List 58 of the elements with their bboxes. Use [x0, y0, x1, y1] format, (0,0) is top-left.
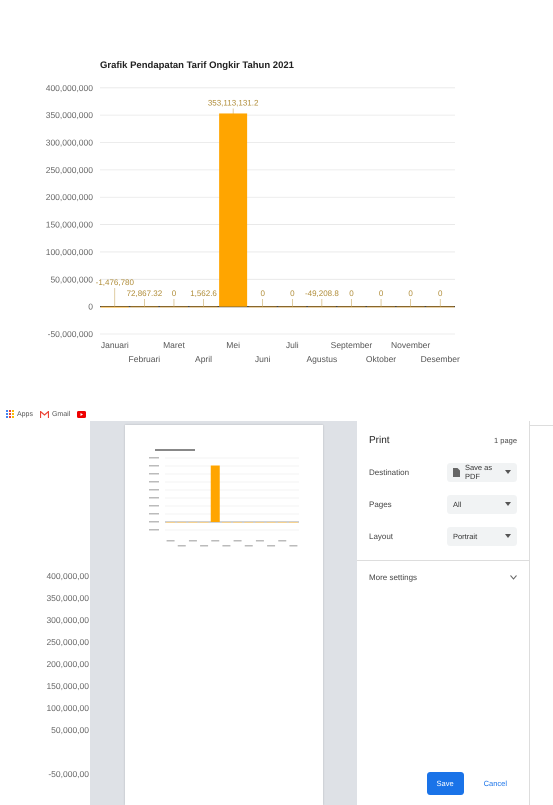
caret-icon — [505, 502, 511, 506]
value-label: 0 — [349, 289, 354, 298]
print-title: Print — [369, 435, 390, 446]
y-tick-label: -50,000,000 — [48, 329, 93, 339]
x-axis-label: Desember — [420, 354, 460, 364]
x-axis-label: Januari — [100, 340, 129, 350]
chevron-icon — [510, 575, 517, 580]
value-label: 0 — [260, 289, 265, 298]
value-label: 353,113,131.2 — [208, 98, 258, 108]
x-axis-label: April — [195, 354, 212, 364]
y-tick-label: 200,000,000 — [46, 192, 93, 202]
y-tick-label: 150,000,000 — [46, 220, 93, 230]
y-tick-label: 50,000,000 — [50, 274, 93, 284]
value-label: 0 — [438, 289, 442, 298]
setting-label: Layout — [369, 532, 394, 540]
x-axis-label: Mei — [226, 340, 240, 350]
x-axis-label: Juli — [286, 340, 299, 350]
x-axis-label: Agustus — [306, 354, 338, 364]
value-label: -1,476,780 — [96, 278, 134, 287]
x-axis-label: Oktober — [366, 354, 396, 364]
y-tick-label: 250,000,000 — [46, 164, 93, 175]
caret-icon — [505, 470, 511, 474]
y-tick-label: 400,000,000 — [46, 82, 93, 93]
setting-label: Pages — [369, 500, 393, 508]
y-tick-label: 300,000,00 — [46, 614, 89, 627]
y-tick-label: 100,000,00 — [46, 702, 89, 715]
bookmark-link[interactable] — [77, 410, 86, 418]
file-icon — [453, 468, 460, 476]
apps-grid-icon — [6, 410, 14, 418]
value-label: 0 — [290, 289, 295, 298]
value-label: 0 — [172, 289, 176, 298]
chart-title: Grafik Pendapatan Tarif Ongkir Tahun 2021 — [100, 60, 294, 71]
y-tick-label: -50,000,00 — [48, 768, 89, 781]
value-label: 0 — [408, 289, 413, 298]
y-tick-label: 200,000,00 — [46, 658, 89, 671]
caret-icon — [505, 534, 511, 538]
setting-label: Destination — [369, 468, 410, 476]
x-axis-label: November — [391, 340, 430, 350]
y-tick-label: 300,000,000 — [46, 138, 93, 148]
value-label: 1,562.6 — [190, 289, 217, 298]
y-tick-label: 350,000,00 — [46, 592, 89, 605]
value-label: 72,867.32 — [126, 289, 162, 298]
more-settings-toggle[interactable]: More settings — [357, 561, 529, 594]
play-icon — [77, 410, 86, 418]
y-tick-label: 150,000,00 — [46, 680, 89, 693]
x-axis-label: September — [330, 340, 372, 350]
x-axis-label: Februari — [128, 354, 160, 364]
y-tick-label: 250,000,00 — [46, 636, 89, 649]
value-label: 0 — [378, 289, 384, 298]
y-tick-label: 100,000,000 — [46, 246, 93, 257]
y-tick-label: 350,000,000 — [46, 110, 93, 120]
y-tick-label: 50,000,00 — [51, 724, 89, 737]
value-label: -49,208.8 — [304, 289, 339, 298]
x-axis-label: Juni — [254, 354, 270, 364]
y-tick-label: 0 — [88, 302, 93, 312]
x-axis-label: Maret — [163, 340, 185, 350]
mail-icon — [40, 410, 49, 418]
y-tick-label: 400,000,00 — [46, 570, 89, 583]
